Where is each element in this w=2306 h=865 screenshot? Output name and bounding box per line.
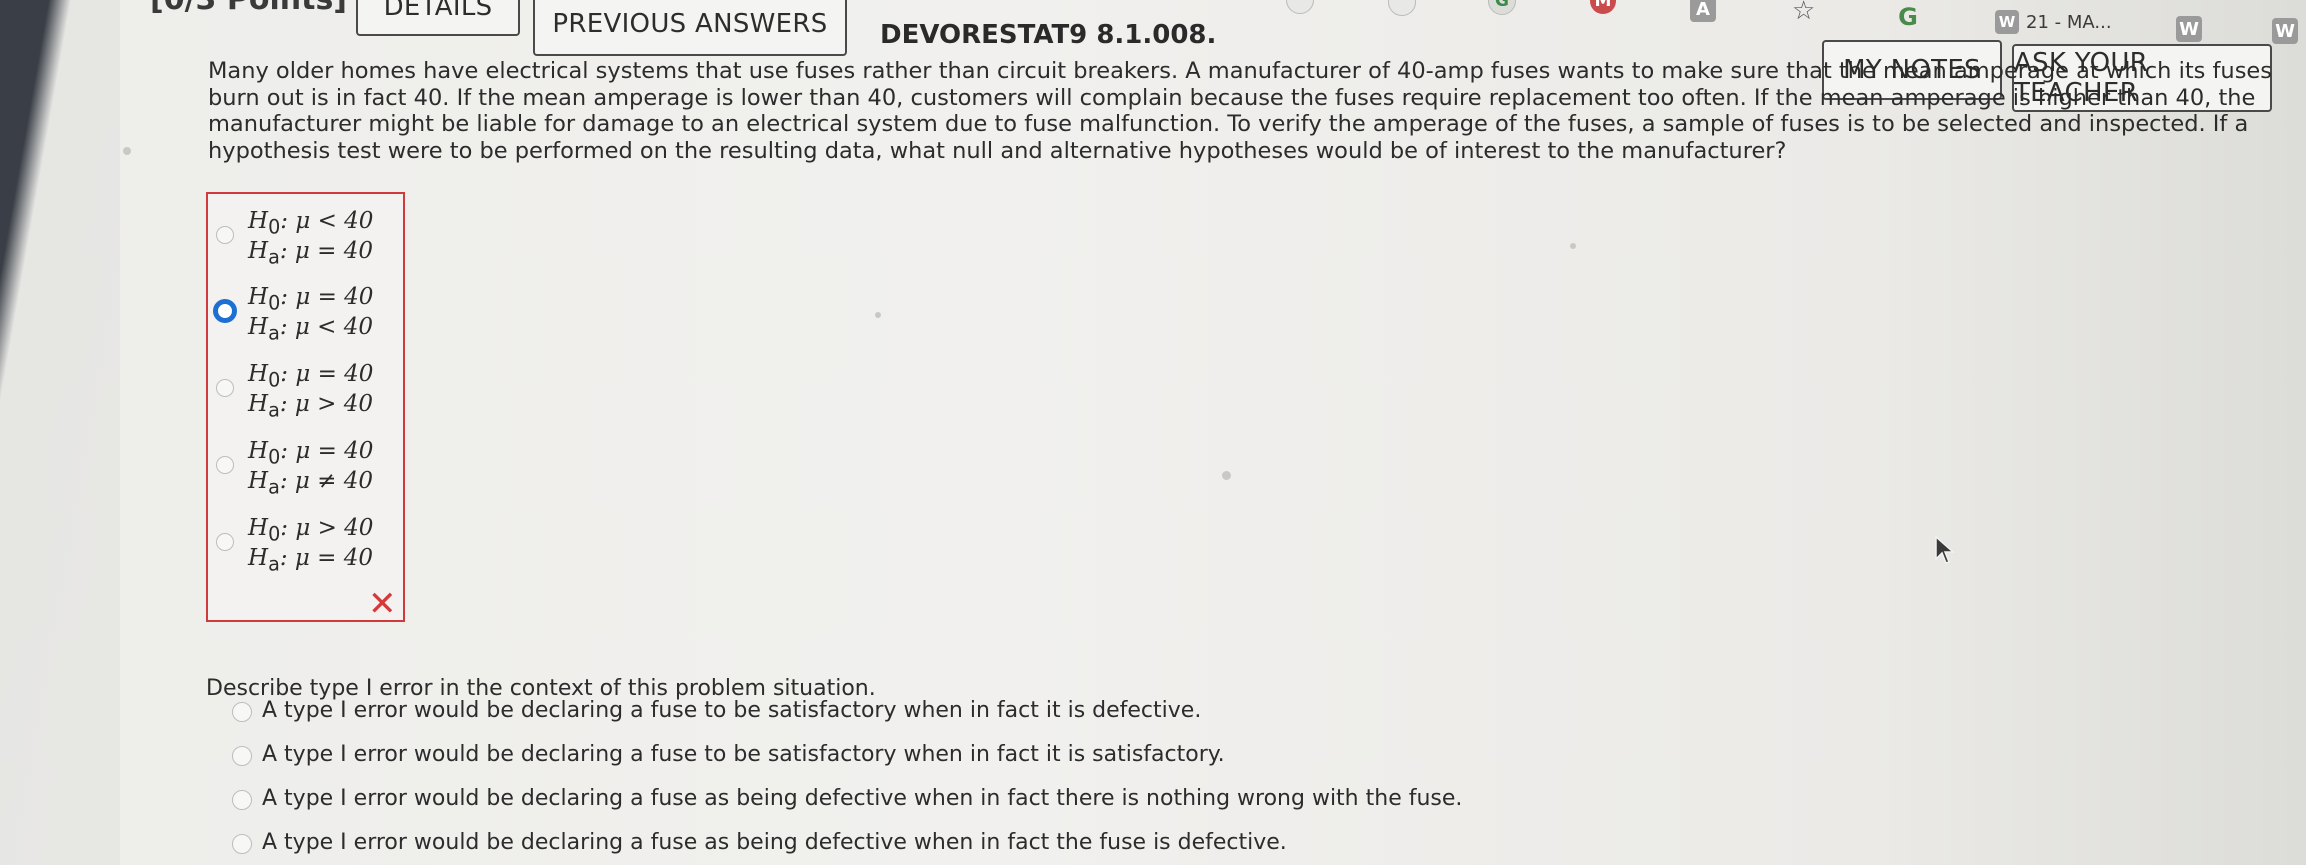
- null-hypothesis: H0: μ = 40: [248, 361, 374, 392]
- radio-button[interactable]: [232, 790, 252, 810]
- hypothesis-option-4[interactable]: H0: μ = 40 Ha: μ ≠ 40: [208, 436, 407, 499]
- incorrect-x-icon: ✕: [368, 584, 397, 624]
- choice-label: A type I error would be declaring a fuse…: [262, 742, 1225, 767]
- choice-label: A type I error would be declaring a fuse…: [262, 786, 1463, 811]
- screen-speck: [875, 312, 881, 318]
- alternative-hypothesis: Ha: μ = 40: [248, 545, 373, 576]
- hypothesis-option-5[interactable]: H0: μ > 40 Ha: μ = 40: [208, 513, 407, 576]
- type-one-choice-1[interactable]: A type I error would be declaring a fuse…: [232, 698, 1532, 730]
- radio-button[interactable]: [232, 834, 252, 854]
- tab-w-icon[interactable]: W: [1995, 10, 2019, 34]
- hypotheses-answer-box: H0: μ < 40 Ha: μ = 40 H0: μ = 40 Ha: μ <…: [206, 192, 407, 624]
- star-icon[interactable]: ☆: [1792, 0, 1815, 26]
- bookmark-a-icon[interactable]: A: [1690, 0, 1716, 22]
- previous-answers-button[interactable]: PREVIOUS ANSWERS: [533, 0, 847, 56]
- details-label: DETAILS: [383, 0, 493, 22]
- tab-w-icon-3[interactable]: W: [2272, 18, 2298, 44]
- type-one-choice-2[interactable]: A type I error would be declaring a fuse…: [232, 742, 1532, 774]
- null-hypothesis: H0: μ < 40: [248, 208, 374, 239]
- google-g-icon[interactable]: G: [1895, 3, 1921, 31]
- cursor-arrow-icon: [1935, 535, 1955, 564]
- radio-button[interactable]: [216, 379, 234, 397]
- choice-label: A type I error would be declaring a fuse…: [262, 830, 1287, 855]
- previous-answers-label: PREVIOUS ANSWERS: [552, 9, 828, 39]
- null-hypothesis: H0: μ > 40: [248, 515, 374, 546]
- radio-button-selected[interactable]: [213, 299, 237, 323]
- tab-title[interactable]: 21 - MA...: [2026, 12, 2112, 33]
- radio-button[interactable]: [232, 702, 252, 722]
- radio-button[interactable]: [216, 533, 234, 551]
- null-hypothesis: H0: μ = 40: [248, 438, 374, 469]
- problem-id: DEVORESTAT9 8.1.008.: [880, 20, 1217, 50]
- hypothesis-option-2[interactable]: H0: μ = 40 Ha: μ < 40: [208, 282, 407, 345]
- details-button[interactable]: DETAILS: [356, 0, 520, 36]
- tab-w-icon-2[interactable]: W: [2176, 16, 2202, 42]
- radio-button[interactable]: [216, 226, 234, 244]
- null-hypothesis: H0: μ = 40: [248, 284, 374, 315]
- points-label: [0/3 Points]: [150, 0, 347, 17]
- screen-speck: [1222, 471, 1231, 480]
- radio-button[interactable]: [216, 456, 234, 474]
- screen-speck: [123, 147, 131, 155]
- choice-label: A type I error would be declaring a fuse…: [262, 698, 1202, 723]
- alternative-hypothesis: Ha: μ < 40: [248, 314, 373, 345]
- type-one-choice-4[interactable]: A type I error would be declaring a fuse…: [232, 830, 1532, 862]
- alternative-hypothesis: Ha: μ > 40: [248, 391, 373, 422]
- alternative-hypothesis: Ha: μ ≠ 40: [248, 468, 373, 499]
- radio-button[interactable]: [232, 746, 252, 766]
- hypothesis-option-1[interactable]: H0: μ < 40 Ha: μ = 40: [208, 206, 407, 269]
- hypothesis-option-3[interactable]: H0: μ = 40 Ha: μ > 40: [208, 359, 407, 422]
- type-one-choice-3[interactable]: A type I error would be declaring a fuse…: [232, 786, 1532, 818]
- alternative-hypothesis: Ha: μ = 40: [248, 238, 373, 269]
- screen-speck: [1570, 243, 1576, 249]
- question-text: Many older homes have electrical systems…: [208, 58, 2272, 164]
